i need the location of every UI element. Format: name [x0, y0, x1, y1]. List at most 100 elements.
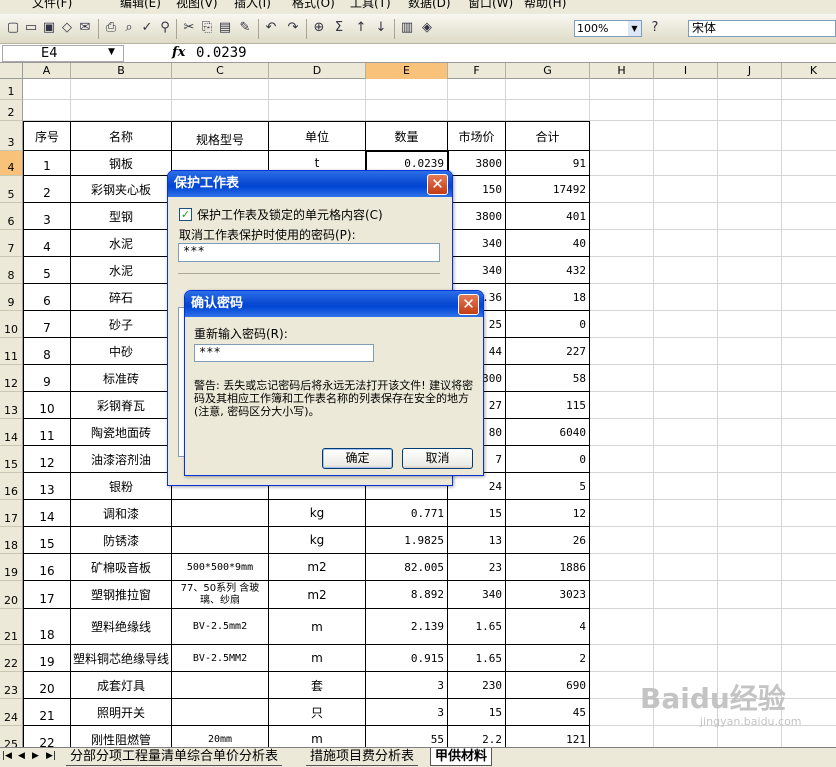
table-cell-no[interactable]: 15: [23, 527, 71, 554]
close-icon[interactable]: ✕: [427, 174, 448, 195]
row-header-16[interactable]: 16: [0, 473, 23, 500]
table-cell-total[interactable]: 0: [506, 446, 590, 473]
table-cell-no[interactable]: 20: [23, 672, 71, 699]
column-header-g[interactable]: G: [506, 63, 590, 79]
sheet-tab-2[interactable]: 措施项目费分析表: [306, 748, 419, 766]
table-cell-unit[interactable]: m2: [269, 554, 366, 581]
table-cell-no[interactable]: 10: [23, 392, 71, 419]
row-header-13[interactable]: 13: [0, 392, 23, 419]
table-cell-name[interactable]: 砂子: [71, 311, 172, 338]
format-painter-icon[interactable]: ✎: [236, 19, 254, 37]
table-cell-qty[interactable]: 82.005: [366, 554, 448, 581]
column-header-j[interactable]: J: [718, 63, 782, 79]
table-cell-price[interactable]: 3800: [448, 203, 506, 230]
table-cell-no[interactable]: 21: [23, 699, 71, 726]
table-cell-total[interactable]: 3023: [506, 581, 590, 609]
table-cell-no[interactable]: 13: [23, 473, 71, 500]
table-cell-total[interactable]: 690: [506, 672, 590, 699]
ok-button[interactable]: 确定: [322, 448, 393, 469]
row-header-11[interactable]: 11: [0, 338, 23, 365]
new-file-icon[interactable]: ▢: [4, 19, 22, 37]
paste-icon[interactable]: ▤: [216, 19, 234, 37]
table-cell-qty[interactable]: 3: [366, 672, 448, 699]
table-cell-total[interactable]: 17492: [506, 176, 590, 203]
menu-item-1[interactable]: 文件(F): [32, 0, 72, 10]
table-cell-name[interactable]: 水泥: [71, 230, 172, 257]
table-cell-name[interactable]: 彩钢脊瓦: [71, 392, 172, 419]
prev-sheet-icon[interactable]: ◀: [18, 751, 25, 761]
table-cell-name[interactable]: 塑料铜芯绝缘导线: [71, 645, 172, 672]
table-header-cell[interactable]: 合计: [506, 121, 590, 151]
column-header-e[interactable]: E: [366, 63, 448, 79]
table-cell-total[interactable]: 121: [506, 726, 590, 747]
table-cell-qty[interactable]: 8.892: [366, 581, 448, 609]
drawing-icon[interactable]: ◈: [418, 19, 436, 37]
chevron-down-icon[interactable]: ▼: [108, 47, 115, 57]
table-cell-no[interactable]: 9: [23, 365, 71, 392]
menu-item-9[interactable]: 帮助(H): [524, 0, 566, 10]
row-header-25[interactable]: 25: [0, 726, 23, 747]
chevron-down-icon[interactable]: ▼: [628, 21, 641, 36]
table-cell-unit[interactable]: m: [269, 726, 366, 747]
table-cell-total[interactable]: 5: [506, 473, 590, 500]
open-file-icon[interactable]: ▭: [22, 19, 40, 37]
table-cell-qty[interactable]: 2.139: [366, 609, 448, 645]
table-cell-price[interactable]: 1.65: [448, 609, 506, 645]
row-header-18[interactable]: 18: [0, 527, 23, 554]
password-field[interactable]: ***: [178, 243, 440, 262]
row-header-17[interactable]: 17: [0, 500, 23, 527]
fx-icon[interactable]: fx: [172, 45, 185, 60]
table-cell-no[interactable]: 6: [23, 284, 71, 311]
table-cell-total[interactable]: 4: [506, 609, 590, 645]
table-cell-name[interactable]: 塑料绝缘线: [71, 609, 172, 645]
row-header-10[interactable]: 10: [0, 311, 23, 338]
table-cell-qty[interactable]: 3: [366, 699, 448, 726]
table-cell-name[interactable]: 陶瓷地面砖: [71, 419, 172, 446]
table-cell-total[interactable]: 401: [506, 203, 590, 230]
cancel-button[interactable]: 取消: [402, 448, 473, 469]
table-cell-spec[interactable]: [172, 672, 269, 699]
table-cell-spec[interactable]: BV-2.5mm2: [172, 609, 269, 645]
table-cell-spec[interactable]: [172, 699, 269, 726]
table-cell-no[interactable]: 2: [23, 176, 71, 203]
column-header-a[interactable]: A: [23, 63, 71, 79]
table-cell-price[interactable]: 3800: [448, 151, 506, 176]
menu-item-3[interactable]: 视图(V): [176, 0, 218, 10]
table-cell-price[interactable]: 340: [448, 230, 506, 257]
table-cell-name[interactable]: 标准砖: [71, 365, 172, 392]
table-cell-total[interactable]: 115: [506, 392, 590, 419]
close-icon[interactable]: ✕: [458, 294, 479, 315]
table-cell-spec[interactable]: [172, 500, 269, 527]
table-header-cell[interactable]: 市场价: [448, 121, 506, 151]
table-cell-name[interactable]: 钢板: [71, 151, 172, 176]
print-preview-icon[interactable]: ⌕: [120, 19, 138, 37]
row-header-7[interactable]: 7: [0, 230, 23, 257]
table-cell-total[interactable]: 227: [506, 338, 590, 365]
table-cell-spec[interactable]: 20mm: [172, 726, 269, 747]
table-cell-total[interactable]: 18: [506, 284, 590, 311]
column-header-f[interactable]: F: [448, 63, 506, 79]
table-cell-qty[interactable]: 1.9825: [366, 527, 448, 554]
table-cell-no[interactable]: 16: [23, 554, 71, 581]
spelling-icon[interactable]: ✓: [138, 19, 156, 37]
row-header-15[interactable]: 15: [0, 446, 23, 473]
autosum-icon[interactable]: Σ: [330, 19, 348, 37]
table-cell-name[interactable]: 中砂: [71, 338, 172, 365]
sheet-tab-3[interactable]: 甲供材料: [430, 748, 493, 766]
row-header-8[interactable]: 8: [0, 257, 23, 284]
table-header-cell[interactable]: 名称: [71, 121, 172, 151]
sort-descending-icon[interactable]: ↓: [372, 19, 390, 37]
row-header-6[interactable]: 6: [0, 203, 23, 230]
row-header-3[interactable]: 3: [0, 121, 23, 151]
column-header-k[interactable]: K: [782, 63, 836, 79]
menu-item-6[interactable]: 工具(T): [350, 0, 391, 10]
table-cell-unit[interactable]: m: [269, 609, 366, 645]
table-cell-no[interactable]: 7: [23, 311, 71, 338]
table-cell-total[interactable]: 2: [506, 645, 590, 672]
table-cell-no[interactable]: 22: [23, 726, 71, 747]
undo-icon[interactable]: ↶: [262, 19, 280, 37]
table-cell-spec[interactable]: [172, 527, 269, 554]
table-cell-spec[interactable]: 77、50系列 含玻璃、纱扇: [172, 581, 269, 609]
row-header-24[interactable]: 24: [0, 699, 23, 726]
table-cell-price[interactable]: 23: [448, 554, 506, 581]
